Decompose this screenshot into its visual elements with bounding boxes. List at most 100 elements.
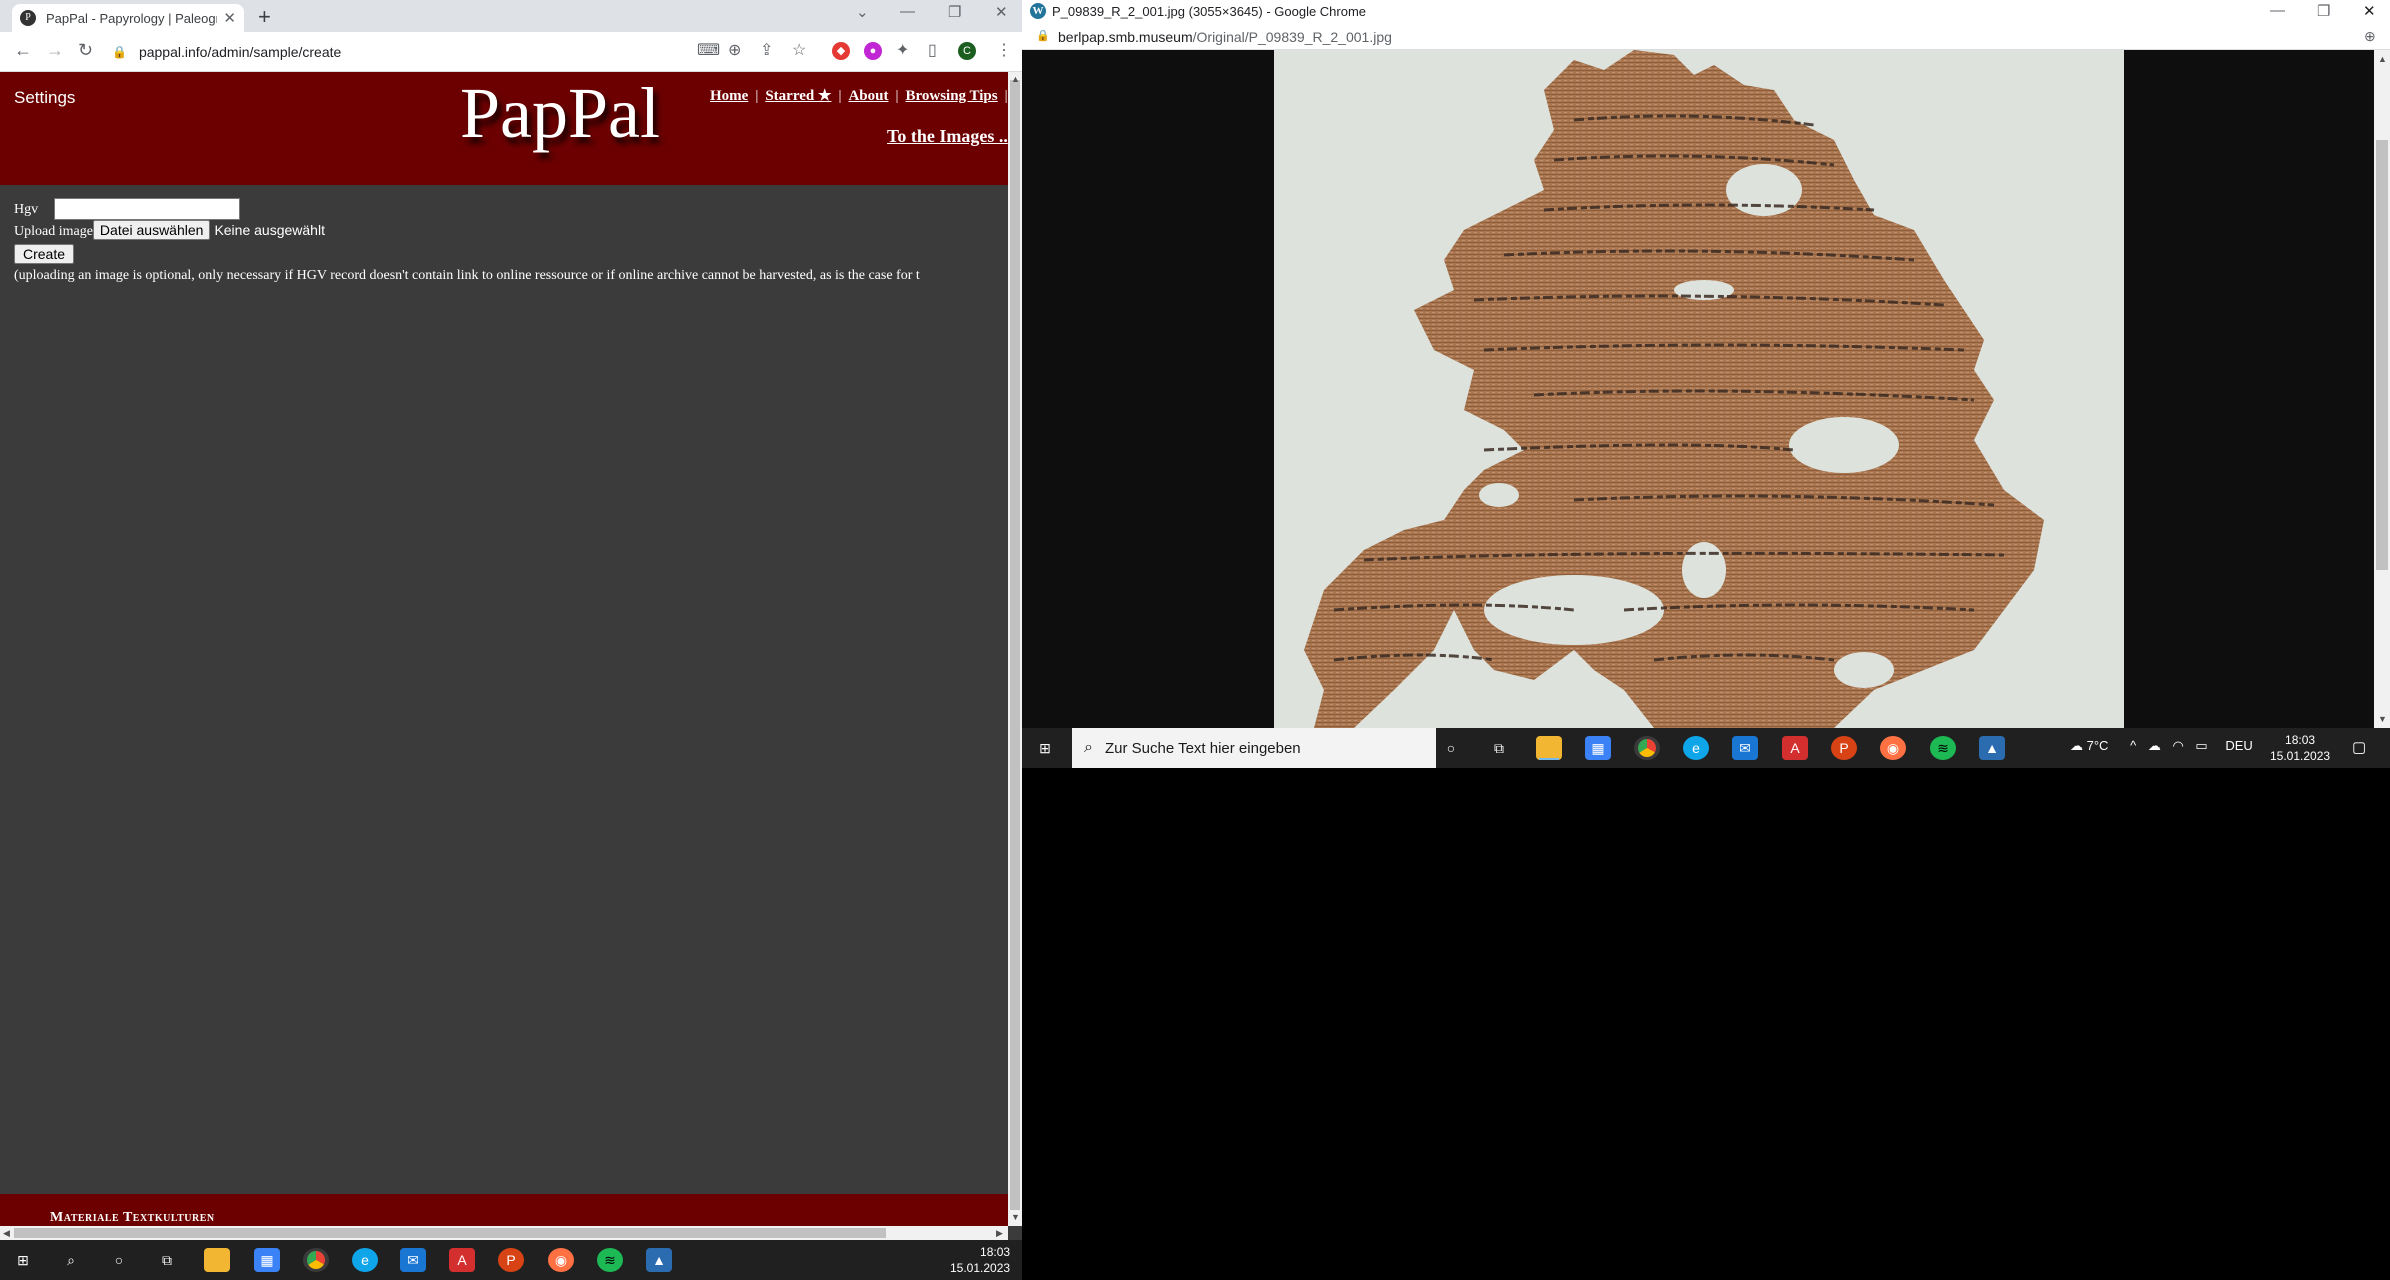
upload-note: (uploading an image is optional, only ne… [14,268,920,283]
profile-avatar-icon[interactable]: C [958,42,976,60]
tab-pappal[interactable]: P PapPal - Papyrology | Paleograph ✕ [12,4,244,32]
system-tray: ☁ 7°C ^ ☁ ◠ ▭ DEU [2070,738,2253,754]
site-footer: Materiale Textkulturen [0,1194,1008,1226]
scroll-right-icon[interactable]: ▶ [996,1228,1003,1239]
close-window-icon[interactable]: ✕ [2363,2,2376,20]
chrome-icon[interactable] [1634,736,1660,760]
acrobat-icon[interactable]: A [1782,736,1808,760]
left-toolbar: ← → ↻ 🔒 pappal.info/admin/sample/create … [0,32,1022,72]
store-icon[interactable]: ▦ [254,1248,280,1272]
scroll-left-icon[interactable]: ◀ [3,1228,10,1239]
bookmark-star-icon[interactable]: ☆ [792,40,806,60]
left-clock-time: 18:03 [980,1245,1011,1259]
cortana-circle-icon[interactable]: ○ [106,1248,132,1272]
windows-start-icon[interactable]: ⊞ [10,1248,36,1272]
upload-row: Upload image Datei auswählen Keine ausgewä… [14,220,325,240]
task-view-icon[interactable]: ⧉ [1486,736,1512,760]
scroll-up-icon[interactable]: ▲ [2378,54,2387,64]
minimize-icon[interactable]: — [2270,2,2285,19]
battery-icon[interactable]: ▭ [2195,738,2207,753]
zoom-icon[interactable]: ⊕ [728,40,741,60]
weather-temp[interactable]: 7°C [2087,738,2109,753]
to-the-images-link[interactable]: To the Images .. [887,126,1008,147]
papyrus-fragment [1304,50,2044,728]
nav-browsing-tips[interactable]: Browsing Tips [905,88,997,104]
back-arrow-icon[interactable]: ← [14,40,32,61]
windows-start-icon[interactable]: ⊞ [1032,736,1058,760]
photos-icon[interactable]: ▲ [1979,736,2005,760]
extensions-puzzle-icon[interactable]: ✦ [896,40,909,60]
tray-chevron-up-icon[interactable]: ^ [2130,738,2136,753]
file-explorer-icon[interactable] [1536,736,1562,760]
settings-link[interactable]: Settings [14,88,75,108]
scroll-down-icon[interactable]: ▼ [1011,1212,1020,1222]
search-icon[interactable]: ⌕ [58,1248,84,1272]
upload-image-label: Upload image [14,224,93,239]
side-panel-icon[interactable]: ▯ [928,40,937,60]
tab-search-chevron-icon[interactable]: ⌄ [856,3,869,21]
address-bar[interactable]: 🔒 pappal.info/admin/sample/create [112,38,947,66]
scroll-up-icon[interactable]: ▲ [1011,74,1020,84]
create-button[interactable]: Create [14,244,75,264]
weather-cloud-icon[interactable]: ☁ [2070,738,2083,753]
extension-shield-icon[interactable]: ◆ [832,42,850,60]
reload-icon[interactable]: ↻ [78,40,93,61]
right-clock[interactable]: 18:03 15.01.2023 [2270,732,2330,764]
chrome-icon[interactable] [303,1248,329,1272]
extension-purple-icon[interactable]: ● [864,42,882,60]
right-title-bar: W P_09839_R_2_001.jpg (3055×3645) - Goog… [1022,0,2390,24]
powerpoint-icon[interactable]: P [498,1248,524,1272]
edge-icon[interactable]: e [352,1248,378,1272]
new-tab-icon[interactable]: + [258,4,271,30]
minimize-icon[interactable]: — [900,3,915,20]
spotify-icon[interactable]: ≋ [1930,736,1956,760]
close-window-icon[interactable]: ✕ [995,3,1008,21]
mail-icon[interactable]: ✉ [1732,736,1758,760]
site-header: Settings PapPal Home | Starred ★ | About | Bro… [0,72,1022,185]
mail-icon[interactable]: ✉ [400,1248,426,1272]
papyrus-fragment-drawing [1304,50,2044,728]
taskbar-search-box[interactable]: ⌕ Zur Suche Text hier eingeben [1072,728,1436,768]
language-indicator[interactable]: DEU [2225,738,2252,753]
spotify-icon[interactable]: ≋ [597,1248,623,1272]
search-icon: ⌕ [1084,739,1093,756]
right-address-bar[interactable]: 🔒 berlpap.smb.museum/Original/P_09839_R_… [1022,24,2390,50]
hgv-label: Hgv [14,202,39,217]
restore-icon[interactable]: ❐ [2317,2,2330,20]
firefox-icon[interactable]: ◉ [548,1248,574,1272]
horizontal-scroll-thumb[interactable] [14,1228,886,1238]
edge-icon[interactable]: e [1683,736,1709,760]
close-tab-icon[interactable]: ✕ [223,9,236,27]
cortana-circle-icon[interactable]: ○ [1438,736,1464,760]
nav-about[interactable]: About [848,88,888,104]
share-icon[interactable]: ⇪ [760,40,773,60]
left-clock[interactable]: 18:03 15.01.2023 [950,1244,1010,1276]
scroll-down-icon[interactable]: ▼ [2378,714,2387,724]
hgv-input[interactable] [54,198,240,220]
restore-icon[interactable]: ❐ [948,3,961,21]
task-view-icon[interactable]: ⧉ [154,1248,180,1272]
footer-text: Materiale Textkulturen [50,1210,215,1225]
store-icon[interactable]: ▦ [1585,736,1611,760]
forward-arrow-icon[interactable]: → [46,40,64,61]
file-explorer-icon[interactable] [204,1248,230,1272]
onedrive-icon[interactable]: ☁ [2148,738,2161,753]
translate-icon[interactable]: ⌨ [697,40,720,60]
left-taskbar: ⊞ ⌕ ○ ⧉ ▦ e ✉ A P ◉ ≋ ▲ 18:03 15.01.2023 [0,1240,1022,1280]
vertical-scroll-thumb[interactable] [2376,140,2388,570]
firefox-icon[interactable]: ◉ [1880,736,1906,760]
photos-icon[interactable]: ▲ [646,1248,672,1272]
acrobat-icon[interactable]: A [449,1248,475,1272]
menu-kebab-icon[interactable]: ⋮ [996,40,1012,60]
powerpoint-icon[interactable]: P [1831,736,1857,760]
papyrus-image[interactable] [1274,50,2124,728]
zoom-icon[interactable]: ⊕ [2364,28,2376,45]
vertical-scroll-thumb[interactable] [1010,80,1020,1210]
nav-starred[interactable]: Starred ★ [765,88,831,104]
url-text: berlpap.smb.museum/Original/P_09839_R_2_… [1058,29,1392,45]
wifi-icon[interactable]: ◠ [2172,738,2183,753]
nav-home[interactable]: Home [710,88,748,104]
choose-file-button[interactable]: Datei auswählen [92,220,211,240]
pappal-logo: PapPal [460,73,661,153]
notifications-icon[interactable]: ▢ [2352,738,2366,756]
